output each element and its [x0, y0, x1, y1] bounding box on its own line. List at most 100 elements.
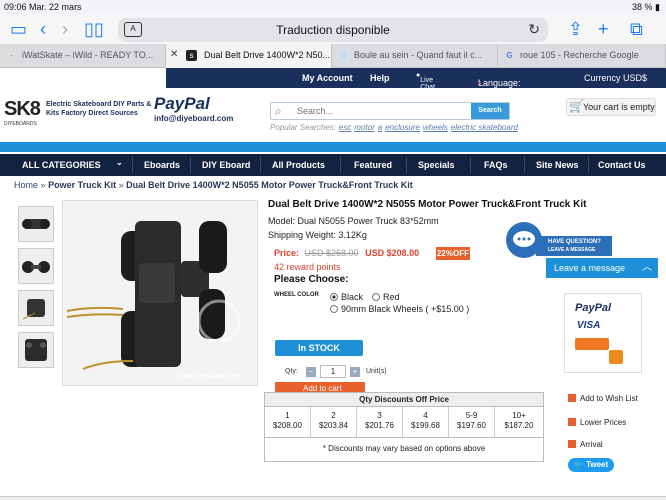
breadcrumb-current: Dual Belt Drive 1400W*2 N5055 Motor Powe…: [126, 180, 413, 190]
kit-thumbnail-image: [25, 339, 47, 361]
accent-bar: [0, 142, 666, 152]
breadcrumb-separator: »: [40, 180, 46, 190]
discount-cell: 10+ $187.20: [495, 407, 543, 437]
search-input[interactable]: [297, 106, 447, 116]
live-chat-label: Live Chat: [420, 77, 436, 91]
chat-icon: [506, 222, 542, 258]
breadcrumb-home[interactable]: Home: [14, 180, 38, 190]
product-model: Model: Dual N5055 Power Truck 83*52mm: [268, 216, 439, 226]
lower-prices-link[interactable]: Lower Prices: [568, 418, 626, 427]
discount-price: $197.60: [457, 421, 486, 430]
wheel-color-label: WHEEL COLOR: [274, 292, 319, 298]
qty-decrease-button[interactable]: −: [306, 367, 316, 377]
product-thumbnail[interactable]: [18, 248, 54, 284]
option-label: Black: [341, 292, 364, 302]
browser-toolbar: ▭ ‹ › ▯▯ A Traduction disponible ↻ ⇪ + ⧉: [0, 14, 666, 44]
nav-divider: [190, 157, 191, 173]
stock-status-button[interactable]: In STOCK: [275, 340, 363, 356]
price-tag-icon: [568, 418, 576, 426]
tab-google[interactable]: G roue 105 - Recherche Google: [498, 44, 666, 68]
back-icon[interactable]: ‹: [40, 19, 46, 40]
tabs-icon[interactable]: ⧉: [630, 19, 643, 40]
discount-qty: 3: [377, 411, 382, 420]
nav-divider: [406, 157, 407, 173]
nav-all-products[interactable]: All Products: [272, 160, 325, 170]
leave-message-tab[interactable]: Leave a message ︿: [546, 258, 658, 278]
popular-link-enclosure[interactable]: enclosure: [385, 123, 420, 132]
help-link[interactable]: Help: [370, 73, 390, 83]
tagline-line-2: Kits Factory Direct Sources: [46, 110, 138, 117]
qty-input[interactable]: 1: [320, 365, 346, 378]
live-chat-link[interactable]: ● Live Chat: [416, 72, 435, 91]
product-thumbnail[interactable]: [18, 332, 54, 368]
contact-email[interactable]: info@diyeboard.com: [154, 114, 233, 123]
nav-diy-eboard[interactable]: DIY Eboard: [202, 160, 250, 170]
popular-link-motor[interactable]: motor: [354, 123, 374, 132]
product-main-image[interactable]: www.diyeboard.com: [62, 200, 258, 386]
tab-strip: · iWatSkate – iWild - READY TO... ✕ s Du…: [0, 44, 666, 68]
site-logo[interactable]: SK8 DIYEBOARDS: [4, 98, 41, 128]
nav-specials[interactable]: Specials: [418, 160, 455, 170]
nav-faqs[interactable]: FAQs: [484, 160, 508, 170]
heart-icon: [568, 394, 576, 402]
bookmarks-icon[interactable]: ▯▯: [84, 19, 104, 40]
add-to-cart-label: Add to cart: [303, 384, 342, 392]
my-account-link[interactable]: My Account: [302, 73, 353, 83]
discount-price: $208.00: [273, 421, 302, 430]
new-tab-icon[interactable]: +: [598, 19, 609, 40]
nav-all-categories[interactable]: ALL CATEGORIES: [22, 160, 101, 170]
chevron-up-icon: ︿: [642, 262, 652, 273]
option-black-radio[interactable]: Black: [330, 292, 363, 302]
chat-question-text: HAVE QUESTION?: [548, 239, 601, 245]
payment-methods-badge: PayPal VISA: [564, 293, 642, 373]
discount-cell: 1 $208.00: [265, 407, 311, 437]
sidebar-icon[interactable]: ▭: [10, 19, 27, 40]
discount-price: $203.84: [319, 421, 348, 430]
radio-icon: [330, 293, 338, 301]
nav-featured[interactable]: Featured: [354, 160, 392, 170]
close-tab-icon[interactable]: ✕: [170, 49, 178, 60]
tab-diyeboard[interactable]: ✕ s Dual Belt Drive 1400W*2 N50...: [166, 44, 332, 68]
add-to-cart-button[interactable]: Add to cart: [275, 382, 365, 392]
search-button[interactable]: Search: [471, 103, 509, 119]
chat-bubble[interactable]: HAVE QUESTION? LEAVE A MESSAGE: [506, 222, 612, 258]
product-thumbnail[interactable]: [18, 206, 54, 242]
discount-price: $201.76: [365, 421, 394, 430]
product-thumbnail[interactable]: [18, 290, 54, 326]
popular-link-a[interactable]: a: [378, 123, 382, 132]
cart-label: Your cart is empty: [583, 102, 655, 112]
arrival-link[interactable]: Arrival: [568, 440, 603, 449]
share-icon[interactable]: ⇪: [568, 19, 583, 40]
wishlist-label: Add to Wish List: [580, 394, 638, 403]
image-watermark: www.diyeboard.com: [179, 373, 242, 380]
address-bar[interactable]: A Traduction disponible ↻: [118, 18, 548, 42]
discount-qty: 10+: [512, 411, 526, 420]
option-90mm-radio[interactable]: 90mm Black Wheels ( +$15.00 ): [330, 304, 469, 314]
chevron-down-icon[interactable]: ⌄: [116, 158, 123, 167]
tab-boule[interactable]: ◌ Boule au sein - Quand faut il c...: [332, 44, 498, 68]
page-bottom-edge: [0, 496, 666, 500]
nav-contact-us[interactable]: Contact Us: [598, 160, 646, 170]
cart-button[interactable]: 🛒 Your cart is empty: [566, 98, 656, 116]
breadcrumb-category[interactable]: Power Truck Kit: [48, 180, 116, 190]
tab-favicon: s: [186, 50, 197, 61]
nav-site-news[interactable]: Site News: [536, 160, 579, 170]
popular-link-esc[interactable]: esc: [339, 123, 351, 132]
nav-eboards[interactable]: Eboards: [144, 160, 180, 170]
chat-leave-text: LEAVE A MESSAGE: [548, 247, 596, 253]
reload-icon[interactable]: ↻: [528, 21, 540, 38]
bell-icon: [568, 440, 576, 448]
popular-link-electric-skateboard[interactable]: electric skateboard: [451, 123, 518, 132]
popular-label: Popular Searches:: [270, 123, 336, 132]
popular-link-wheels[interactable]: wheels: [423, 123, 448, 132]
forward-icon[interactable]: ›: [62, 19, 68, 40]
tab-iwatskate[interactable]: · iWatSkate – iWild - READY TO...: [0, 44, 166, 68]
tab-label: roue 105 - Recherche Google: [520, 50, 639, 60]
top-nav: My Account Help ● Live Chat Language: En…: [166, 68, 666, 98]
qty-increase-button[interactable]: +: [350, 367, 360, 377]
nav-divider: [132, 157, 133, 173]
option-red-radio[interactable]: Red: [372, 292, 400, 302]
tweet-button[interactable]: 🐦 Tweet: [568, 458, 614, 472]
add-to-wishlist-link[interactable]: Add to Wish List: [568, 394, 648, 403]
currency-selector[interactable]: Currency USD$: [584, 73, 647, 83]
